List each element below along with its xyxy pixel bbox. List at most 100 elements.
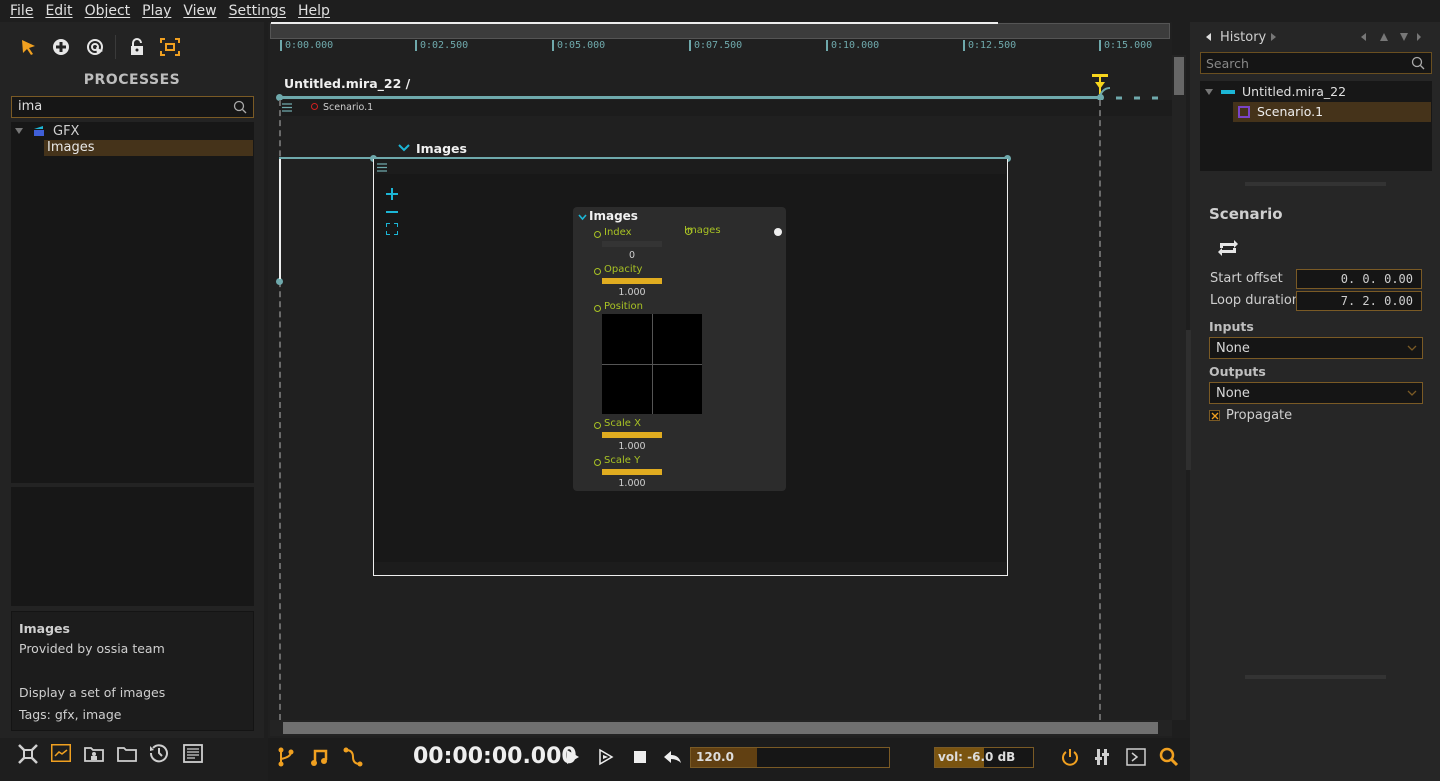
menu-file[interactable]: File <box>4 3 39 19</box>
index-value: 0 <box>628 250 636 261</box>
play-icon[interactable] <box>566 749 580 765</box>
scenario-header <box>279 100 1172 116</box>
create-tool-button[interactable] <box>50 36 72 58</box>
images-node[interactable]: Images Images Index 0 Opacity 1.000 Posi… <box>573 207 786 491</box>
inputs-select[interactable]: None <box>1209 337 1423 359</box>
end-sync-line <box>1099 100 1101 720</box>
play-global-icon[interactable] <box>598 748 614 766</box>
user-library-icon[interactable] <box>84 745 104 762</box>
opacity-port[interactable] <box>594 268 601 275</box>
propagate-checkbox[interactable] <box>1209 410 1220 421</box>
loop-duration-label: Loop duration <box>1210 293 1301 308</box>
log-document-icon[interactable] <box>183 744 203 763</box>
panel-splitter-bottom[interactable] <box>1245 675 1386 679</box>
chart-line-icon <box>52 745 70 761</box>
mixer-icon[interactable] <box>1095 748 1109 766</box>
menu-view[interactable]: View <box>177 3 222 19</box>
process-search-input[interactable]: ima <box>11 96 254 118</box>
scale-y-slider[interactable] <box>602 469 662 475</box>
process-info-provider: Provided by ossia team <box>19 641 165 656</box>
folder-icon[interactable] <box>117 745 137 762</box>
console-icon[interactable] <box>1126 748 1146 766</box>
index-slider[interactable] <box>602 241 662 247</box>
stop-button[interactable] <box>634 751 646 763</box>
hamburger-menu-icon[interactable] <box>282 103 292 112</box>
tempo-field[interactable]: 120.0 <box>690 747 890 768</box>
scale-y-slider-fill <box>602 469 662 475</box>
tree-item-images[interactable]: Images <box>44 140 253 156</box>
vertical-scrollbar-thumb[interactable] <box>1174 57 1184 95</box>
process-menu-icon[interactable] <box>377 163 387 172</box>
zoom-out-icon[interactable] <box>386 206 398 218</box>
fit-frame-icon <box>160 38 180 56</box>
process-info-description: Display a set of images <box>19 685 166 700</box>
scale-x-slider[interactable] <box>602 432 662 438</box>
history-item-scenario[interactable]: Scenario.1 <box>1233 102 1431 122</box>
power-icon[interactable] <box>1061 748 1079 766</box>
opacity-value: 1.000 <box>618 287 646 298</box>
vertical-scrollbar[interactable] <box>1172 55 1186 720</box>
branch-icon[interactable] <box>277 747 295 767</box>
scale-y-label: Scale Y <box>604 455 641 466</box>
chevron-down-icon[interactable] <box>398 143 410 153</box>
menu-settings[interactable]: Settings <box>223 3 292 19</box>
panel-splitter[interactable] <box>1245 182 1386 186</box>
opacity-slider[interactable] <box>602 278 662 284</box>
horizontal-scrollbar[interactable] <box>283 722 1158 734</box>
expand-arrow-icon[interactable] <box>15 128 23 134</box>
loop-icon[interactable] <box>1216 238 1240 258</box>
position-label: Position <box>604 301 643 312</box>
center-view-button[interactable] <box>159 36 181 58</box>
trigger-point[interactable] <box>276 278 283 285</box>
minimap-viewport[interactable] <box>271 22 998 24</box>
music-note-icon[interactable] <box>310 748 328 766</box>
position-xy-pad[interactable] <box>602 314 702 414</box>
opacity-label: Opacity <box>604 264 643 275</box>
play-from-here-tool-button[interactable] <box>84 36 106 58</box>
output-port-icon[interactable] <box>685 228 692 235</box>
history-search-input[interactable]: Search <box>1200 52 1432 74</box>
reinitialize-icon[interactable] <box>663 749 683 765</box>
volume-slider[interactable]: vol: -6.0 dB <box>934 747 1034 768</box>
tree-item-gfx[interactable]: GFX <box>53 124 79 139</box>
chevron-down-icon <box>1407 390 1417 396</box>
scale-x-port[interactable] <box>594 422 601 429</box>
node-collapse-icon[interactable] <box>578 214 587 221</box>
index-port[interactable] <box>594 231 601 238</box>
output-port[interactable] <box>774 228 782 236</box>
scale-y-port[interactable] <box>594 459 601 466</box>
fit-view-icon[interactable] <box>386 223 398 235</box>
process-search-value: ima <box>18 99 43 114</box>
curve-icon[interactable] <box>343 747 363 767</box>
search-bottom-icon[interactable] <box>1159 747 1179 767</box>
node-graph-icon[interactable] <box>18 744 38 764</box>
menu-object[interactable]: Object <box>79 3 137 19</box>
toolbar-divider <box>115 35 116 59</box>
curve-view-button[interactable] <box>51 744 71 762</box>
main-interval-bar[interactable] <box>279 96 1101 99</box>
loop-duration-field[interactable]: 7. 2. 0.00 <box>1296 291 1422 311</box>
outputs-value: None <box>1216 386 1250 401</box>
right-panel-scroll[interactable] <box>1186 330 1191 470</box>
history-prev-icon[interactable] <box>1206 33 1212 41</box>
expand-arrow-icon[interactable] <box>1205 89 1213 95</box>
lock-button[interactable] <box>126 36 148 58</box>
menu-edit[interactable]: Edit <box>39 3 78 19</box>
scale-y-value: 1.000 <box>618 478 646 489</box>
menu-play[interactable]: Play <box>136 3 177 19</box>
history-next-icon[interactable] <box>1271 33 1277 41</box>
zoom-in-icon[interactable] <box>386 188 398 200</box>
history-item-document[interactable]: Untitled.mira_22 <box>1242 84 1346 99</box>
outputs-select[interactable]: None <box>1209 382 1423 404</box>
minimap[interactable] <box>270 22 1170 39</box>
search-icon <box>233 100 247 114</box>
index-label: Index <box>604 227 632 238</box>
position-port[interactable] <box>594 305 601 312</box>
menu-help[interactable]: Help <box>292 3 336 19</box>
record-icon[interactable] <box>311 103 318 110</box>
inputs-label: Inputs <box>1209 319 1254 334</box>
select-tool-button[interactable] <box>17 36 39 58</box>
start-offset-field[interactable]: 0. 0. 0.00 <box>1296 269 1422 289</box>
dock-arrows[interactable] <box>1361 33 1421 41</box>
history-icon[interactable] <box>149 743 169 763</box>
